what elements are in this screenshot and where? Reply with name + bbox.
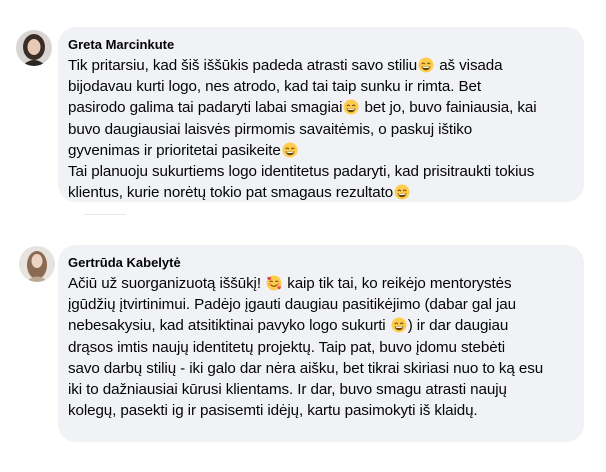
comment-text-line: Ačiū už suorganizuotą iššūkį! kaip tik t… — [68, 273, 573, 294]
smiling-face-with-hearts-icon — [266, 275, 282, 291]
comment-text: bijodavau kurti logo, nes atrodo, kad ta… — [68, 78, 481, 96]
comment-body: Ačiū už suorganizuotą iššūkį! kaip tik t… — [68, 273, 573, 421]
comment-text-line: gyvenimas ir prioritetai pasikeite — [68, 140, 573, 161]
comment-text: įgūdžių įtvirtinimui. Padėjo įgauti daug… — [68, 296, 516, 314]
comment-text: Tai planuoju sukurtiems logo identitetus… — [68, 163, 535, 181]
comment-text-line: pasirodo galima tai padaryti labai smagi… — [68, 97, 573, 118]
comment-text-line: klientus, kurie norėtų tokio pat smagaus… — [68, 182, 573, 203]
comment-text: bet jo, buvo fainiausia, kai — [360, 99, 537, 117]
comment-text: pasirodo galima tai padaryti labai smagi… — [68, 99, 343, 117]
comment-text: nebesakysiu, kad atsitiktinai pavyko log… — [68, 317, 390, 335]
comment-text-line: savo darbų stilių - iki galo dar nėra ai… — [68, 358, 573, 379]
grinning-face-with-smiling-eyes-icon — [282, 142, 298, 158]
comment-text-line: iki to dažniausiai kūrusi klientams. Ir … — [68, 379, 573, 400]
comment-text-line: drąsos imtis naujų identitetų projektų. … — [68, 337, 573, 358]
comment-text-line: Tik pritarsiu, kad šiš iššūkis padeda at… — [68, 55, 573, 76]
comment-text-line: bijodavau kurti logo, nes atrodo, kad ta… — [68, 76, 573, 97]
comment-text-line: nebesakysiu, kad atsitiktinai pavyko log… — [68, 315, 573, 336]
comment-text: drąsos imtis naujų identitetų projektų. … — [68, 338, 505, 356]
comment-author[interactable]: Greta Marcinkute — [68, 37, 573, 53]
grinning-face-with-smiling-eyes-icon — [418, 57, 434, 73]
divider — [84, 214, 126, 215]
comment-text: kaip tik tai, ko reikėjo mentorystės — [283, 275, 512, 292]
comment-bubble-gertruda: Gertrūda Kabelytė Ačiū už suorganizuotą … — [58, 245, 584, 442]
comment-text-line: kolegų, pasekti ig ir pasisemti idėjų, k… — [68, 400, 573, 421]
avatar-greta-image — [16, 30, 52, 66]
comment-text: ) ir dar daugiau — [407, 317, 509, 335]
comment-text-line: įgūdžių įtvirtinimui. Padėjo įgauti daug… — [68, 294, 573, 315]
comment-text: kolegų, pasekti ig ir pasisemti idėjų, k… — [68, 402, 478, 420]
comment-text: aš visada — [435, 57, 503, 74]
comment-text: Tik pritarsiu, kad šiš iššūkis padeda at… — [68, 57, 418, 74]
grinning-face-with-smiling-eyes-icon — [343, 99, 359, 115]
grinning-face-with-smiling-eyes-icon — [391, 317, 407, 333]
comment-text: buvo daugiausiai laisvės pirmomis savait… — [68, 120, 473, 138]
avatar-greta[interactable] — [16, 30, 52, 66]
avatar-gertruda[interactable] — [19, 246, 55, 282]
grinning-face-with-smiling-eyes-icon — [394, 184, 410, 200]
comment-text: Ačiū už suorganizuotą iššūkį! — [68, 275, 266, 292]
comment-text: gyvenimas ir prioritetai pasikeite — [68, 141, 281, 159]
comment-text-line: buvo daugiausiai laisvės pirmomis savait… — [68, 119, 573, 140]
avatar-gertruda-image — [19, 246, 55, 282]
comment-text: savo darbų stilių - iki galo dar nėra ai… — [68, 359, 544, 377]
comment-text: iki to dažniausiai kūrusi klientams. Ir … — [68, 381, 507, 399]
comment-bubble-greta: Greta Marcinkute Tik pritarsiu, kad šiš … — [58, 27, 584, 202]
comment-body: Tik pritarsiu, kad šiš iššūkis padeda at… — [68, 55, 573, 203]
comment-author[interactable]: Gertrūda Kabelytė — [68, 255, 573, 271]
comment-text: klientus, kurie norėtų tokio pat smagaus… — [68, 184, 394, 202]
comment-text-line: Tai planuoju sukurtiems logo identitetus… — [68, 161, 573, 182]
